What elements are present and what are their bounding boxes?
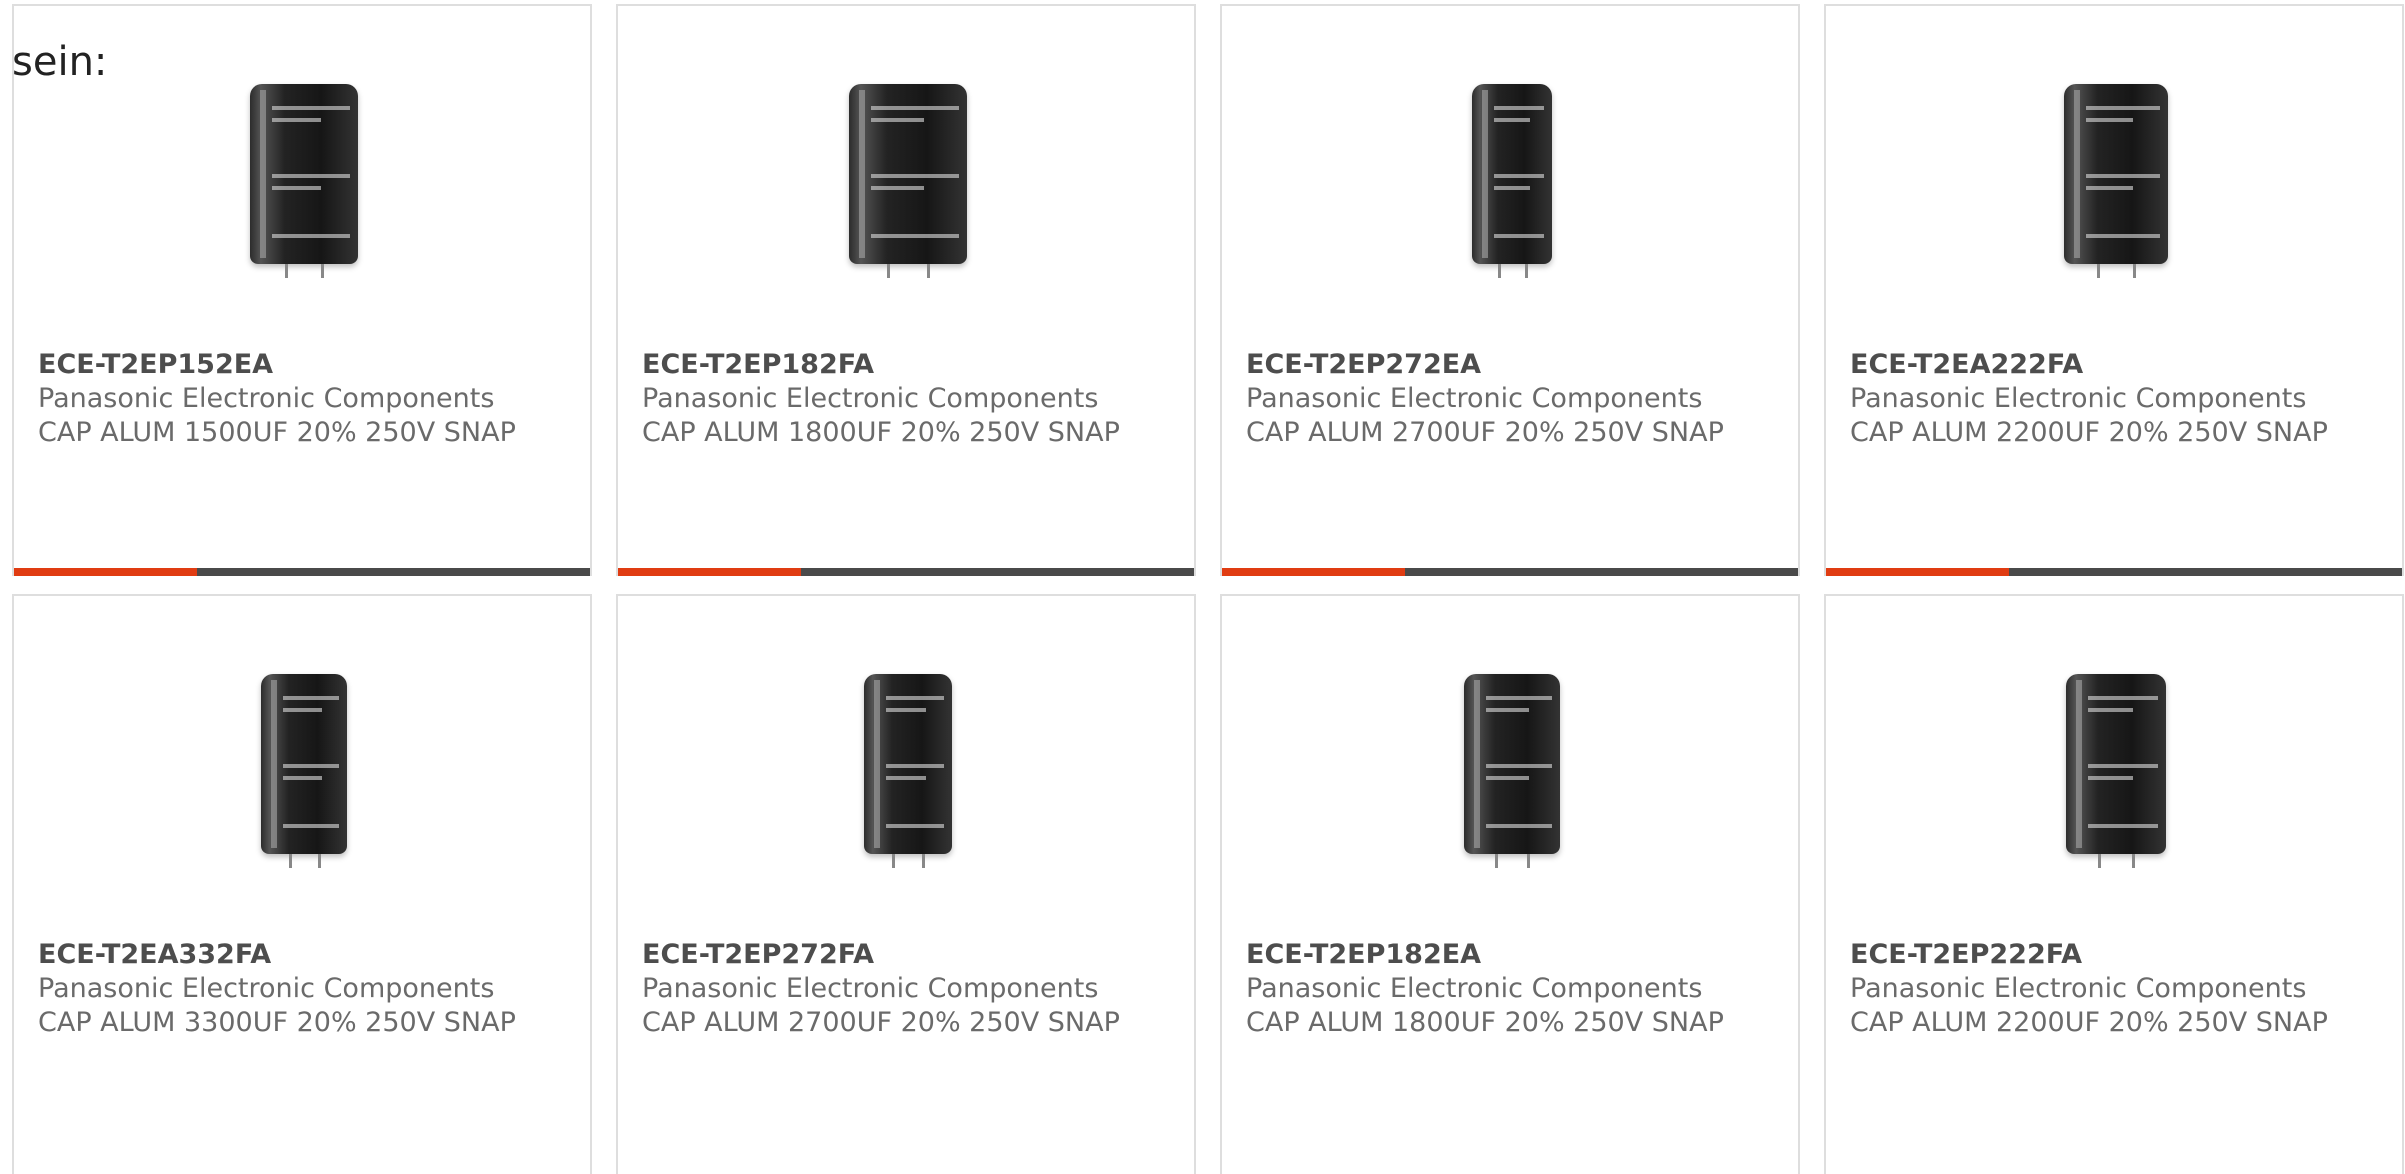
description: CAP ALUM 2700UF 20% 250V SNAP xyxy=(642,1007,1120,1038)
product-info: ECE-T2EP272FA Panasonic Electronic Compo… xyxy=(642,938,1142,1040)
product-grid: ECE-T2EP152EA Panasonic Electronic Compo… xyxy=(12,4,2404,1174)
product-info: ECE-T2EP272EA Panasonic Electronic Compo… xyxy=(1246,348,1746,450)
part-number-link[interactable]: ECE-T2EP182FA xyxy=(642,348,1142,382)
product-card[interactable]: ECE-T2EP182EA Panasonic Electronic Compo… xyxy=(1220,594,1800,1174)
accent-bar xyxy=(1826,568,2009,576)
card-bottom-bar xyxy=(1222,568,1798,576)
product-card[interactable]: ECE-T2EA222FA Panasonic Electronic Compo… xyxy=(1824,4,2404,576)
part-number-link[interactable]: ECE-T2EP272FA xyxy=(642,938,1142,972)
product-image[interactable] xyxy=(808,662,1008,868)
card-bottom-bar xyxy=(1826,568,2402,576)
description: CAP ALUM 1800UF 20% 250V SNAP xyxy=(642,417,1120,448)
accent-bar xyxy=(618,568,801,576)
capacitor-image-icon xyxy=(2064,84,2168,278)
capacitor-image-icon xyxy=(261,674,347,868)
description: CAP ALUM 2200UF 20% 250V SNAP xyxy=(1850,417,2328,448)
product-image[interactable] xyxy=(1412,72,1612,278)
description: CAP ALUM 2700UF 20% 250V SNAP xyxy=(1246,417,1724,448)
manufacturer: Panasonic Electronic Components xyxy=(38,383,495,414)
product-card[interactable]: ECE-T2EP222FA Panasonic Electronic Compo… xyxy=(1824,594,2404,1174)
manufacturer: Panasonic Electronic Components xyxy=(642,383,1099,414)
product-info: ECE-T2EP182EA Panasonic Electronic Compo… xyxy=(1246,938,1746,1040)
capacitor-image-icon xyxy=(250,84,358,278)
part-number-link[interactable]: ECE-T2EP152EA xyxy=(38,348,538,382)
product-info: ECE-T2EP182FA Panasonic Electronic Compo… xyxy=(642,348,1142,450)
manufacturer: Panasonic Electronic Components xyxy=(1850,383,2307,414)
product-card[interactable]: ECE-T2EP182FA Panasonic Electronic Compo… xyxy=(616,4,1196,576)
capacitor-image-icon xyxy=(2066,674,2166,868)
card-bottom-bar xyxy=(14,568,590,576)
description: CAP ALUM 3300UF 20% 250V SNAP xyxy=(38,1007,516,1038)
part-number-link[interactable]: ECE-T2EP182EA xyxy=(1246,938,1746,972)
product-card[interactable]: ECE-T2EP272FA Panasonic Electronic Compo… xyxy=(616,594,1196,1174)
product-image[interactable] xyxy=(2016,662,2216,868)
description: CAP ALUM 1800UF 20% 250V SNAP xyxy=(1246,1007,1724,1038)
part-number-link[interactable]: ECE-T2EA332FA xyxy=(38,938,538,972)
product-card[interactable]: ECE-T2EP152EA Panasonic Electronic Compo… xyxy=(12,4,592,576)
capacitor-image-icon xyxy=(1472,84,1552,278)
product-card[interactable]: ECE-T2EP272EA Panasonic Electronic Compo… xyxy=(1220,4,1800,576)
capacitor-image-icon xyxy=(849,84,967,278)
part-number-link[interactable]: ECE-T2EP272EA xyxy=(1246,348,1746,382)
product-info: ECE-T2EA332FA Panasonic Electronic Compo… xyxy=(38,938,538,1040)
product-image[interactable] xyxy=(204,72,404,278)
product-info: ECE-T2EA222FA Panasonic Electronic Compo… xyxy=(1850,348,2350,450)
product-card[interactable]: ECE-T2EA332FA Panasonic Electronic Compo… xyxy=(12,594,592,1174)
capacitor-image-icon xyxy=(1464,674,1560,868)
manufacturer: Panasonic Electronic Components xyxy=(1850,973,2307,1004)
intro-text: sein: xyxy=(12,39,108,85)
manufacturer: Panasonic Electronic Components xyxy=(38,973,495,1004)
card-bottom-bar xyxy=(618,568,1194,576)
description: CAP ALUM 1500UF 20% 250V SNAP xyxy=(38,417,516,448)
product-info: ECE-T2EP152EA Panasonic Electronic Compo… xyxy=(38,348,538,450)
product-image[interactable] xyxy=(2016,72,2216,278)
accent-bar xyxy=(14,568,197,576)
capacitor-image-icon xyxy=(864,674,952,868)
product-image[interactable] xyxy=(808,72,1008,278)
part-number-link[interactable]: ECE-T2EP222FA xyxy=(1850,938,2350,972)
product-image[interactable] xyxy=(1412,662,1612,868)
manufacturer: Panasonic Electronic Components xyxy=(1246,973,1703,1004)
manufacturer: Panasonic Electronic Components xyxy=(642,973,1099,1004)
accent-bar xyxy=(1222,568,1405,576)
part-number-link[interactable]: ECE-T2EA222FA xyxy=(1850,348,2350,382)
product-image[interactable] xyxy=(204,662,404,868)
manufacturer: Panasonic Electronic Components xyxy=(1246,383,1703,414)
product-info: ECE-T2EP222FA Panasonic Electronic Compo… xyxy=(1850,938,2350,1040)
description: CAP ALUM 2200UF 20% 250V SNAP xyxy=(1850,1007,2328,1038)
